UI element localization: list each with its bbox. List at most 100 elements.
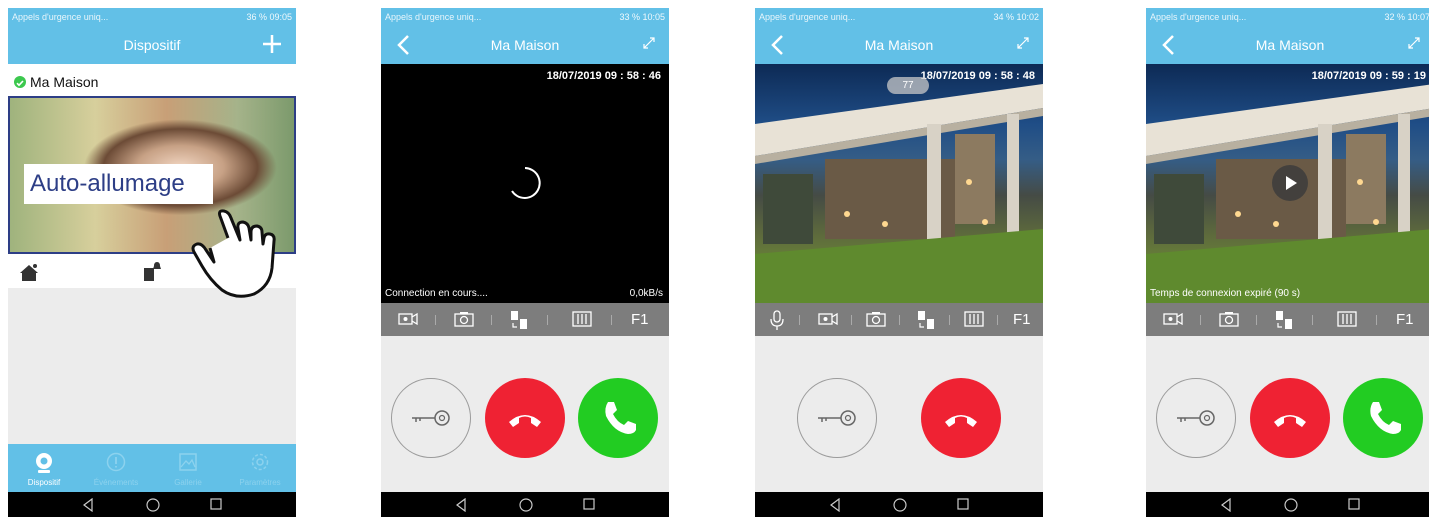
hangup-phone-icon xyxy=(1274,415,1306,427)
status-bar: Appels d'urgence uniq... 33 % 10:05 xyxy=(381,8,669,26)
back-triangle-icon[interactable] xyxy=(829,498,841,512)
video-view[interactable]: 18/07/2019 09 : 58 : 46 Connection en co… xyxy=(381,64,669,303)
unlock-key-button[interactable] xyxy=(1156,378,1236,458)
switch-camera-icon[interactable] xyxy=(1273,309,1295,331)
unlock-key-button[interactable] xyxy=(797,378,877,458)
camera-icon xyxy=(36,453,52,473)
header: Ma Maison xyxy=(1146,26,1429,64)
f1-button[interactable]: F1 xyxy=(1396,311,1414,328)
status-bar: Appels d'urgence uniq... 34 % 10:02 xyxy=(755,8,1043,26)
system-navigation-bar xyxy=(755,492,1043,517)
timeout-screen: Appels d'urgence uniq... 32 % 10:07 Ma M… xyxy=(1146,8,1429,517)
gate-icon[interactable] xyxy=(571,309,593,329)
answer-button[interactable] xyxy=(1343,378,1423,458)
answer-phone-icon xyxy=(1370,402,1401,434)
header: Dispositif xyxy=(8,26,296,64)
call-actions xyxy=(1146,336,1429,492)
nav-label: Événements xyxy=(93,478,139,487)
doorbell-icon[interactable] xyxy=(140,260,162,282)
status-left: Appels d'urgence uniq... xyxy=(759,12,856,22)
status-left: Appels d'urgence uniq... xyxy=(12,12,109,22)
timestamp: 18/07/2019 09 : 59 : 19 xyxy=(1311,70,1426,82)
control-toolbar: F1 xyxy=(755,303,1043,336)
play-button[interactable] xyxy=(1272,165,1308,201)
snapshot-camera-icon[interactable] xyxy=(865,309,887,329)
switch-camera-icon[interactable] xyxy=(508,309,530,331)
home-circle-icon[interactable] xyxy=(1284,498,1298,512)
nav-gallerie[interactable]: Gallerie xyxy=(152,444,224,492)
home-circle-icon[interactable] xyxy=(519,498,533,512)
home-icon[interactable] xyxy=(18,262,40,282)
hangup-button[interactable] xyxy=(921,378,1001,458)
nav-label: Dispositif xyxy=(27,478,61,487)
add-icon[interactable] xyxy=(260,32,284,56)
status-bar: Appels d'urgence uniq... 32 % 10:07 xyxy=(1146,8,1429,26)
device-item[interactable]: Ma Maison xyxy=(14,74,98,90)
live-video-screen: Appels d'urgence uniq... 34 % 10:02 Ma M… xyxy=(755,8,1043,517)
record-video-icon[interactable] xyxy=(1162,309,1184,329)
key-icon xyxy=(412,410,450,426)
gate-icon[interactable] xyxy=(963,309,985,329)
video-view[interactable]: 18/07/2019 09 : 58 : 48 77 xyxy=(755,64,1043,303)
record-video-icon[interactable] xyxy=(397,309,419,329)
fullscreen-icon[interactable] xyxy=(1406,35,1422,51)
recents-square-icon[interactable] xyxy=(583,498,595,510)
home-circle-icon[interactable] xyxy=(146,498,160,512)
system-navigation-bar xyxy=(1146,492,1429,517)
unlock-key-button[interactable] xyxy=(391,378,471,458)
microphone-icon[interactable] xyxy=(769,309,785,331)
nav-dispositif[interactable]: Dispositif xyxy=(8,444,80,492)
page-title: Ma Maison xyxy=(490,37,560,53)
hangup-button[interactable] xyxy=(485,378,565,458)
settings-gear-icon xyxy=(251,453,269,471)
video-view[interactable]: 18/07/2019 09 : 59 : 19 Temps de connexi… xyxy=(1146,64,1429,303)
page-title: Dispositif xyxy=(123,37,181,53)
timestamp: 18/07/2019 09 : 58 : 46 xyxy=(546,70,661,82)
f1-button[interactable]: F1 xyxy=(1013,311,1031,328)
recents-square-icon[interactable] xyxy=(210,498,222,510)
snapshot-camera-icon[interactable] xyxy=(1218,309,1240,329)
system-navigation-bar xyxy=(8,492,296,517)
alert-icon xyxy=(106,452,126,472)
control-toolbar: F1 xyxy=(1146,303,1429,336)
fullscreen-icon[interactable] xyxy=(1015,35,1031,51)
status-right: 32 % 10:07 xyxy=(1384,12,1429,22)
back-triangle-icon[interactable] xyxy=(455,498,467,512)
bitrate: 0,0kB/s xyxy=(629,288,663,299)
nav-evenements[interactable]: Événements xyxy=(80,444,152,492)
bottom-navigation: Dispositif Événements Gallerie Paramètre… xyxy=(8,444,296,492)
gate-icon[interactable] xyxy=(1336,309,1358,329)
recents-square-icon[interactable] xyxy=(1348,498,1360,510)
snapshot-camera-icon[interactable] xyxy=(453,309,475,329)
status-right: 36 % 09:05 xyxy=(246,12,292,22)
hangup-phone-icon xyxy=(509,415,541,427)
back-triangle-icon[interactable] xyxy=(82,498,94,512)
record-video-icon[interactable] xyxy=(817,309,839,329)
house-scene-image xyxy=(755,84,1043,303)
count-badge: 77 xyxy=(887,77,929,94)
page-title: Ma Maison xyxy=(864,37,934,53)
back-triangle-icon[interactable] xyxy=(1220,498,1232,512)
status-left: Appels d'urgence uniq... xyxy=(385,12,482,22)
auto-allumage-label: Auto-allumage xyxy=(24,164,213,204)
call-actions xyxy=(381,336,669,492)
nav-parametres[interactable]: Paramètres xyxy=(224,444,296,492)
device-name: Ma Maison xyxy=(30,74,99,90)
recents-square-icon[interactable] xyxy=(957,498,969,510)
call-actions xyxy=(755,336,1043,492)
nav-label: Gallerie xyxy=(174,478,202,487)
answer-button[interactable] xyxy=(578,378,658,458)
status-right: 34 % 10:02 xyxy=(993,12,1039,22)
fullscreen-icon[interactable] xyxy=(641,35,657,51)
status-bar: Appels d'urgence uniq... 36 % 09:05 xyxy=(8,8,296,26)
header: Ma Maison xyxy=(381,26,669,64)
connecting-screen: Appels d'urgence uniq... 33 % 10:05 Ma M… xyxy=(381,8,669,517)
f1-button[interactable]: F1 xyxy=(631,311,649,328)
hand-pointer-icon xyxy=(191,209,276,298)
timestamp: 18/07/2019 09 : 58 : 48 xyxy=(920,70,1035,82)
switch-camera-icon[interactable] xyxy=(915,309,937,331)
home-circle-icon[interactable] xyxy=(893,498,907,512)
page-title: Ma Maison xyxy=(1255,37,1325,53)
timeout-message: Temps de connexion expiré (90 s) xyxy=(1150,288,1301,299)
hangup-button[interactable] xyxy=(1250,378,1330,458)
